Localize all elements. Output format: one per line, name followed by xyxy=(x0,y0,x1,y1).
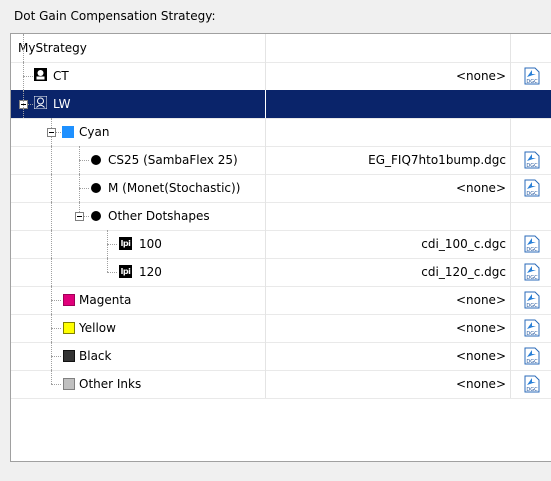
tree-row-black[interactable]: Black <none> DGC xyxy=(11,342,551,371)
yellow-swatch-icon xyxy=(63,322,75,334)
tree-row-lpi-120[interactable]: lpi 120 cdi_120_c.dgc DGC xyxy=(11,258,551,287)
tree-item-label: Other Dotshapes xyxy=(108,209,210,223)
cyan-swatch-icon xyxy=(62,126,74,138)
tree-item-label: 100 xyxy=(139,237,162,251)
dgc-value[interactable]: <none> xyxy=(266,348,508,364)
dgc-value[interactable]: <none> xyxy=(266,376,508,392)
svg-text:DGC: DGC xyxy=(526,247,538,253)
dgc-file-icon[interactable]: DGC xyxy=(524,319,540,337)
dgc-file-icon[interactable]: DGC xyxy=(524,291,540,309)
dgc-value[interactable]: <none> xyxy=(266,292,508,308)
lpi-icon: lpi xyxy=(119,237,132,250)
tree-row-yellow[interactable]: Yellow <none> DGC xyxy=(11,314,551,343)
dgc-value[interactable]: <none> xyxy=(266,180,508,196)
tree-item-label: LW xyxy=(53,97,71,111)
svg-text:DGC: DGC xyxy=(526,331,538,337)
dgc-file-icon[interactable]: DGC xyxy=(524,263,540,281)
tree-row-magenta[interactable]: Magenta <none> DGC xyxy=(11,286,551,315)
tree-root-label: MyStrategy xyxy=(18,41,87,55)
screening-head-icon xyxy=(34,68,47,81)
tree-item-label: CS25 (SambaFlex 25) xyxy=(108,153,238,167)
svg-text:DGC: DGC xyxy=(526,275,538,281)
tree-row-lw[interactable]: LW xyxy=(11,90,551,119)
svg-text:DGC: DGC xyxy=(526,79,538,85)
dgc-value[interactable]: cdi_120_c.dgc xyxy=(266,264,508,280)
tree-row-cs25[interactable]: CS25 (SambaFlex 25) EG_FIQ7hto1bump.dgc … xyxy=(11,146,551,175)
strategy-tree[interactable]: MyStrategy CT <none> DGC LW Cyan CS25 (S… xyxy=(10,33,551,462)
dgc-file-icon[interactable]: DGC xyxy=(524,179,540,197)
collapse-toggle[interactable] xyxy=(47,128,56,137)
tree-row-cyan[interactable]: Cyan xyxy=(11,118,551,147)
magenta-swatch-icon xyxy=(63,294,75,306)
dotshape-icon xyxy=(91,211,101,221)
tree-item-label: M (Monet(Stochastic)) xyxy=(108,181,241,195)
tree-item-label: Magenta xyxy=(79,293,132,307)
tree-row-root[interactable]: MyStrategy xyxy=(11,34,551,63)
svg-text:DGC: DGC xyxy=(526,387,538,393)
dgc-file-icon[interactable]: DGC xyxy=(524,67,540,85)
svg-text:DGC: DGC xyxy=(526,359,538,365)
other-ink-swatch-icon xyxy=(63,378,75,390)
tree-row-lpi-100[interactable]: lpi 100 cdi_100_c.dgc DGC xyxy=(11,230,551,259)
dgc-file-icon[interactable]: DGC xyxy=(524,347,540,365)
dgc-file-icon[interactable]: DGC xyxy=(524,235,540,253)
svg-text:DGC: DGC xyxy=(526,303,538,309)
dgc-file-icon[interactable]: DGC xyxy=(524,375,540,393)
dgc-value[interactable]: EG_FIQ7hto1bump.dgc xyxy=(266,152,508,168)
svg-text:DGC: DGC xyxy=(526,191,538,197)
tree-item-label: Black xyxy=(79,349,112,363)
tree-row-other-inks[interactable]: Other Inks <none> DGC xyxy=(11,370,551,399)
collapse-toggle[interactable] xyxy=(75,212,84,221)
tree-item-label: Yellow xyxy=(79,321,116,335)
black-swatch-icon xyxy=(63,350,75,362)
strategy-group-title: Dot Gain Compensation Strategy: xyxy=(14,9,216,23)
svg-text:DGC: DGC xyxy=(526,163,538,169)
dgc-value[interactable]: cdi_100_c.dgc xyxy=(266,236,508,252)
tree-item-label: 120 xyxy=(139,265,162,279)
tree-row-ct[interactable]: CT <none> DGC xyxy=(11,62,551,91)
dotshape-icon xyxy=(91,183,101,193)
tree-row-other-dotshapes[interactable]: Other Dotshapes xyxy=(11,202,551,231)
screening-head-icon xyxy=(34,96,47,109)
dgc-file-icon[interactable]: DGC xyxy=(524,151,540,169)
dgc-value[interactable]: <none> xyxy=(266,68,508,84)
lpi-icon: lpi xyxy=(119,265,132,278)
tree-row-monet[interactable]: M (Monet(Stochastic)) <none> DGC xyxy=(11,174,551,203)
dgc-value[interactable]: <none> xyxy=(266,320,508,336)
tree-item-label: Cyan xyxy=(79,125,110,139)
dotshape-icon xyxy=(91,155,101,165)
tree-item-label: Other Inks xyxy=(79,377,142,391)
tree-item-label: CT xyxy=(53,69,69,83)
